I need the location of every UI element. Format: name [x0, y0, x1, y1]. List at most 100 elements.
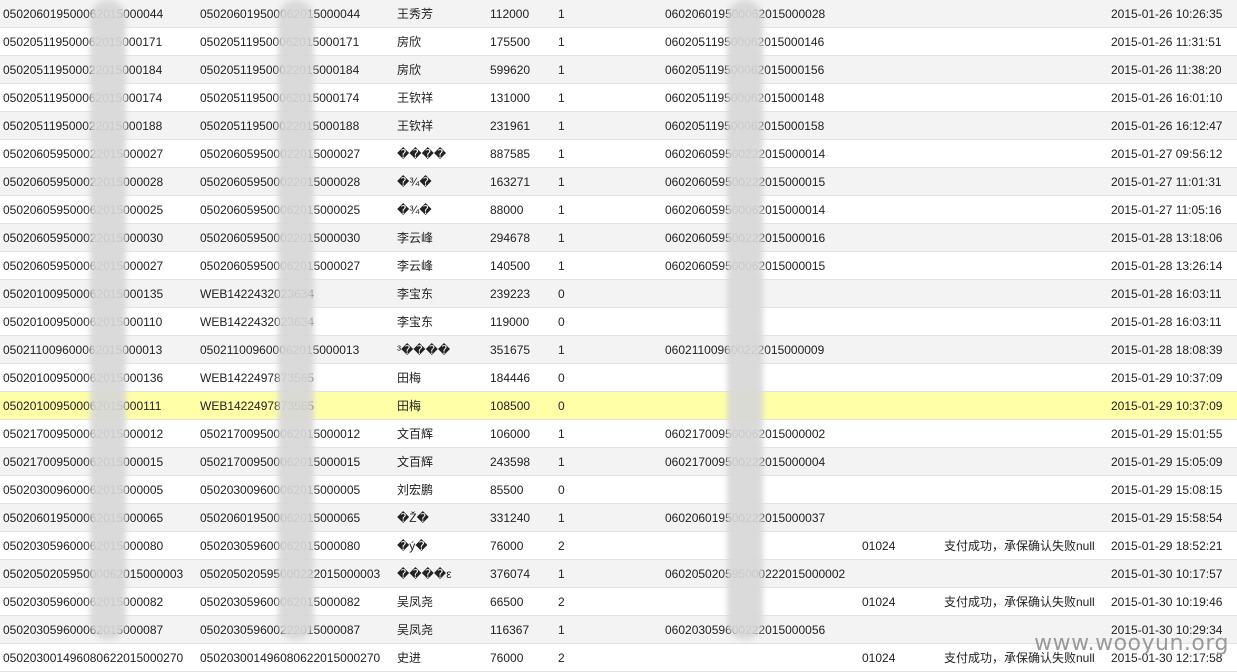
error-code-cell: [859, 503, 941, 532]
amount-cell: 88000: [487, 195, 555, 224]
table-row[interactable]: 050203059600062015000082 0502030596000620…: [0, 587, 1237, 616]
trade-no-cell: 050217009500062015000015: [197, 447, 394, 476]
timestamp-cell: 2015-01-28 18:08:39: [1108, 335, 1237, 364]
status-flag-cell: 1: [555, 0, 662, 28]
table-row[interactable]: 050211009600062015000013 0502110096000620…: [0, 335, 1237, 364]
error-code-cell: [859, 279, 941, 308]
error-code-cell: [859, 111, 941, 140]
amount-cell: 294678: [487, 223, 555, 252]
table-row[interactable]: 050205020595000062015000003 0502050205950…: [0, 559, 1237, 588]
trade-no-cell: 050205020595000222015000003: [197, 559, 394, 588]
trade-no-cell: 050206059500062015000027: [197, 251, 394, 280]
name-cell: 田梅: [394, 363, 487, 392]
trade-no-cell: 050217009500062015000012: [197, 419, 394, 448]
message-cell: [941, 167, 1108, 196]
message-cell: [941, 447, 1108, 476]
amount-cell: 599620: [487, 55, 555, 84]
trade-no-cell: 050205119500022015000184: [197, 55, 394, 84]
name-cell: 文百辉: [394, 419, 487, 448]
watermark-text: www.wooyun.org: [1034, 631, 1229, 656]
trade-no-cell: 050206019500062015000044: [197, 0, 394, 28]
table-row[interactable]: 050205119500022015000184 0502051195000220…: [0, 55, 1237, 84]
reference-cell: [662, 475, 859, 504]
error-code-cell: [859, 167, 941, 196]
table-row[interactable]: 050201009500062015000111 WEB1422497873565…: [0, 391, 1237, 420]
table-row[interactable]: 050206019500062015000044 0502060195000620…: [0, 0, 1237, 28]
order-id-cell: 050203059600062015000082: [0, 587, 197, 616]
table-row[interactable]: 050201009500062015000136 WEB1422497873565…: [0, 363, 1237, 392]
status-flag-cell: 1: [555, 27, 662, 56]
reference-cell: 060205119500062015000146: [662, 27, 859, 56]
amount-cell: 243598: [487, 447, 555, 476]
name-cell: �ý�: [394, 531, 487, 560]
table-row[interactable]: 050205119500022015000188 0502051195000220…: [0, 111, 1237, 140]
status-flag-cell: 0: [555, 279, 662, 308]
name-cell: ����: [394, 139, 487, 168]
message-cell: [941, 55, 1108, 84]
amount-cell: 131000: [487, 83, 555, 112]
table-row[interactable]: 050205119500062015000171 0502051195000620…: [0, 27, 1237, 56]
table-row[interactable]: 050206019500062015000065 0502060195000620…: [0, 503, 1237, 532]
table-row[interactable]: 050206059500062015000025 0502060595000620…: [0, 195, 1237, 224]
status-flag-cell: 2: [555, 643, 662, 672]
table-row[interactable]: 050205119500062015000174 0502051195000620…: [0, 83, 1237, 112]
amount-cell: 239223: [487, 279, 555, 308]
timestamp-cell: 2015-01-28 16:03:11: [1108, 279, 1237, 308]
table-row[interactable]: 050206059500062015000027 0502060595000620…: [0, 251, 1237, 280]
trade-no-cell: WEB1422497873565: [197, 363, 394, 392]
timestamp-cell: 2015-01-27 11:05:16: [1108, 195, 1237, 224]
timestamp-cell: 2015-01-26 11:31:51: [1108, 27, 1237, 56]
timestamp-cell: 2015-01-28 16:03:11: [1108, 307, 1237, 336]
status-flag-cell: 1: [555, 503, 662, 532]
reference-cell: 060217009500222015000004: [662, 447, 859, 476]
status-flag-cell: 1: [555, 83, 662, 112]
amount-cell: 76000: [487, 643, 555, 672]
order-id-cell: 050205119500062015000171: [0, 27, 197, 56]
table-row[interactable]: 050206059500022015000028 0502060595000220…: [0, 167, 1237, 196]
order-id-cell: 050203009600062015000005: [0, 475, 197, 504]
table-row[interactable]: 050203009600062015000005 0502030096000620…: [0, 475, 1237, 504]
error-code-cell: [859, 251, 941, 280]
table-row[interactable]: 050206059500022015000030 0502060595000220…: [0, 223, 1237, 252]
reference-cell: 060203059600222015000056: [662, 615, 859, 644]
table-row[interactable]: 050206059500022015000027 0502060595000220…: [0, 139, 1237, 168]
table-row[interactable]: 050217009500062015000012 0502170095000620…: [0, 419, 1237, 448]
amount-cell: 887585: [487, 139, 555, 168]
status-flag-cell: 1: [555, 167, 662, 196]
message-cell: [941, 475, 1108, 504]
order-id-cell: 050206059500022015000028: [0, 167, 197, 196]
amount-cell: 76000: [487, 531, 555, 560]
status-flag-cell: 0: [555, 475, 662, 504]
order-id-cell: 050206059500022015000030: [0, 223, 197, 252]
table-row[interactable]: 050201009500062015000135 WEB1422432023634…: [0, 279, 1237, 308]
name-cell: 房欣: [394, 27, 487, 56]
order-id-cell: 050201009500062015000135: [0, 279, 197, 308]
table-row[interactable]: 050217009500062015000015 0502170095000620…: [0, 447, 1237, 476]
timestamp-cell: 2015-01-29 15:01:55: [1108, 419, 1237, 448]
trade-no-cell: 050206059500022015000030: [197, 223, 394, 252]
status-flag-cell: 2: [555, 531, 662, 560]
message-cell: [941, 419, 1108, 448]
order-id-cell: 050206059500062015000025: [0, 195, 197, 224]
reference-cell: 060206059500222015000015: [662, 167, 859, 196]
reference-cell: 060217009500062015000002: [662, 419, 859, 448]
amount-cell: 163271: [487, 167, 555, 196]
timestamp-cell: 2015-01-29 15:58:54: [1108, 503, 1237, 532]
reference-cell: 060206059500222015000014: [662, 139, 859, 168]
status-flag-cell: 2: [555, 587, 662, 616]
message-cell: [941, 0, 1108, 28]
table-row[interactable]: 050201009500062015000110 WEB1422432023634…: [0, 307, 1237, 336]
amount-cell: 231961: [487, 111, 555, 140]
status-flag-cell: 1: [555, 335, 662, 364]
error-code-cell: [859, 55, 941, 84]
reference-cell: 060206059500062015000014: [662, 195, 859, 224]
trade-no-cell: 050203001496080622015000270: [197, 643, 394, 672]
error-code-cell: [859, 195, 941, 224]
message-cell: [941, 251, 1108, 280]
order-id-cell: 050217009500062015000015: [0, 447, 197, 476]
table-row[interactable]: 050203059600062015000080 0502030596000620…: [0, 531, 1237, 560]
error-code-cell: [859, 447, 941, 476]
order-id-cell: 050211009600062015000013: [0, 335, 197, 364]
reference-cell: 060206019500062015000028: [662, 0, 859, 28]
trade-no-cell: 050203059600222015000087: [197, 615, 394, 644]
